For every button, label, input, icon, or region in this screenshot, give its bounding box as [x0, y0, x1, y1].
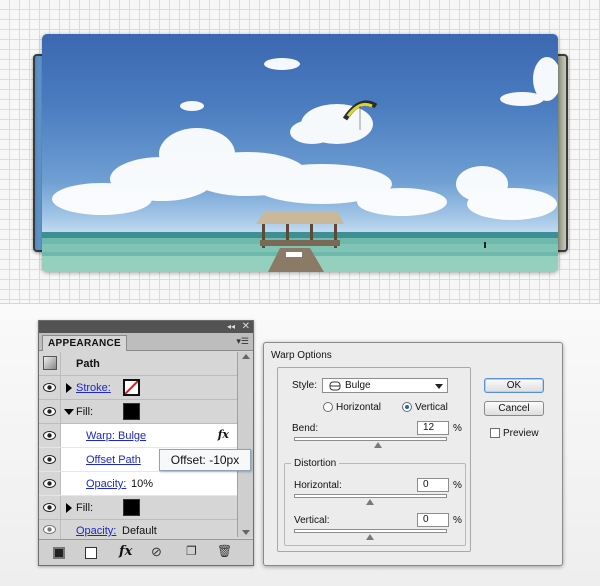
appearance-panel: ◂◂ ✕ APPEARANCE ▾☰ Path Stroke: Fill: Wa… [38, 320, 254, 566]
warp-bulge-row[interactable]: Warp: Bulge fx [39, 424, 237, 448]
horizontal-radio-label: Horizontal [336, 402, 382, 413]
object-opacity-row[interactable]: Opacity: Default [39, 520, 237, 540]
bend-percent: % [453, 423, 462, 434]
stroke-link[interactable]: Stroke: [76, 382, 111, 394]
eye-icon[interactable] [43, 383, 56, 392]
chevron-down-icon [435, 384, 443, 389]
path-header-row[interactable]: Path [39, 352, 237, 376]
object-opacity-value: Default [122, 525, 157, 537]
bend-slider-thumb[interactable] [374, 442, 382, 448]
expand-triangle-icon[interactable] [66, 503, 72, 513]
eye-icon[interactable] [43, 525, 56, 534]
clear-appearance-icon[interactable]: ⊘ [151, 544, 162, 560]
fill-label: Fill: [76, 502, 94, 514]
distortion-group [284, 463, 466, 546]
add-new-stroke-icon[interactable] [85, 547, 97, 559]
style-dropdown[interactable]: Bulge [322, 378, 448, 393]
vertical-distortion-slider-thumb[interactable] [366, 534, 374, 540]
bulge-style-icon [329, 381, 341, 391]
panel-footer: fx ⊘ ❐ 🗑 [39, 539, 253, 565]
scroll-up-icon[interactable] [242, 354, 250, 359]
fill-opacity-row[interactable]: Opacity: 10% [39, 472, 237, 496]
path-thumbnail-icon [43, 356, 57, 370]
eye-icon[interactable] [43, 479, 56, 488]
bend-input[interactable]: 12 [417, 421, 449, 435]
offset-tooltip: Offset: -10px [159, 449, 251, 471]
vertical-distortion-label: Vertical: [294, 515, 330, 526]
fill-row-expanded[interactable]: Fill: [39, 400, 237, 424]
fill-black-swatch[interactable] [123, 403, 140, 420]
collapse-triangle-icon[interactable] [64, 409, 74, 415]
dialog-title: Warp Options [271, 350, 332, 361]
vertical-distortion-input[interactable]: 0 [417, 513, 449, 527]
fill-opacity-link[interactable]: Opacity: [86, 478, 126, 490]
preview-label: Preview [503, 428, 539, 439]
bend-label: Bend: [292, 423, 319, 434]
panel-scrollbar[interactable] [237, 352, 253, 537]
horizontal-distortion-percent: % [453, 480, 462, 491]
none-slash-icon [124, 380, 139, 395]
fill-black-swatch[interactable] [123, 499, 140, 516]
distortion-label: Distortion [291, 458, 340, 469]
vertical-radio-label: Vertical [415, 402, 448, 413]
fill-opacity-value: 10% [131, 478, 154, 490]
horizontal-distortion-label: Horizontal: [294, 480, 342, 491]
beach-scene-illustration [42, 57, 558, 272]
vertical-distortion-percent: % [453, 515, 462, 526]
bend-slider-track[interactable] [294, 437, 447, 441]
artboard-canvas[interactable] [0, 0, 600, 303]
add-effect-fx-icon[interactable]: fx [119, 544, 132, 559]
close-icon[interactable]: ✕ [242, 321, 250, 333]
offset-path-link[interactable]: Offset Path [86, 454, 141, 466]
preview-checkbox[interactable] [490, 428, 500, 438]
tab-appearance[interactable]: APPEARANCE [42, 335, 128, 351]
eye-icon[interactable] [43, 407, 56, 416]
warp-bulge-link[interactable]: Warp: Bulge [86, 430, 146, 442]
panel-menu-icon[interactable]: ▾☰ [236, 336, 249, 347]
object-opacity-link[interactable]: Opacity: [76, 525, 116, 537]
eye-column [39, 352, 61, 375]
style-label: Style: [292, 380, 318, 391]
panel-titlebar[interactable]: ◂◂ ✕ [39, 321, 253, 333]
horizontal-radio[interactable] [323, 402, 333, 412]
fill-label: Fill: [76, 406, 94, 418]
warp-options-dialog: Warp Options Style: Bulge Horizontal Ver… [263, 342, 563, 566]
new-art-basic-appearance-icon[interactable] [53, 547, 65, 559]
vertical-radio[interactable] [402, 402, 412, 412]
stroke-none-swatch[interactable] [123, 379, 140, 396]
path-header-label: Path [76, 358, 100, 370]
style-selected-value: Bulge [345, 380, 371, 391]
eye-icon[interactable] [43, 431, 56, 440]
ok-button[interactable]: OK [484, 378, 544, 393]
vertical-distortion-slider-track[interactable] [294, 529, 447, 533]
horizontal-distortion-slider-thumb[interactable] [366, 499, 374, 505]
delete-trash-icon[interactable]: 🗑 [217, 544, 232, 558]
stroke-row[interactable]: Stroke: [39, 376, 237, 400]
horizontal-distortion-slider-track[interactable] [294, 494, 447, 498]
fill-row-collapsed[interactable]: Fill: [39, 496, 237, 520]
fx-icon[interactable]: fx [218, 428, 229, 441]
expand-triangle-icon[interactable] [66, 383, 72, 393]
eye-icon[interactable] [43, 503, 56, 512]
panel-tab-row: APPEARANCE ▾☰ [39, 333, 253, 351]
beach-photo[interactable] [42, 34, 558, 272]
scroll-down-icon[interactable] [242, 530, 250, 535]
collapse-arrows-icon[interactable]: ◂◂ [227, 321, 235, 333]
eye-icon[interactable] [43, 455, 56, 464]
horizontal-distortion-input[interactable]: 0 [417, 478, 449, 492]
cancel-button[interactable]: Cancel [484, 401, 544, 416]
duplicate-item-icon[interactable]: ❐ [186, 544, 197, 558]
